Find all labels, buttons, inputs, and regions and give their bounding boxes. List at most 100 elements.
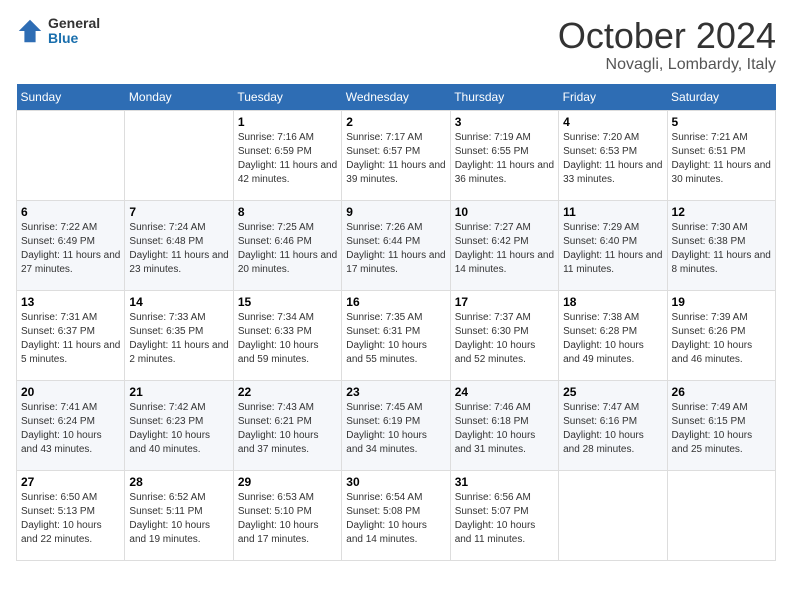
day-cell: 4 Sunrise: 7:20 AM Sunset: 6:53 PM Daylig… — [559, 110, 667, 200]
day-number: 23 — [346, 385, 445, 399]
day-cell: 1 Sunrise: 7:16 AM Sunset: 6:59 PM Daylig… — [233, 110, 341, 200]
day-cell: 16Sunrise: 7:35 AM Sunset: 6:31 PM Dayli… — [342, 290, 450, 380]
day-cell: 28 Sunrise: 6:52 AM Sunset: 5:11 PM Dayli… — [125, 470, 233, 560]
day-cell: 6 Sunrise: 7:22 AM Sunset: 6:49 PM Daylig… — [17, 200, 125, 290]
day-cell: 23Sunrise: 7:45 AM Sunset: 6:19 PM Dayli… — [342, 380, 450, 470]
week-row-4: 20 Sunrise: 7:41 AM Sunset: 6:24 PM Dayli… — [17, 380, 776, 470]
day-cell: 9Sunrise: 7:26 AM Sunset: 6:44 PM Daylig… — [342, 200, 450, 290]
day-number: 28 — [129, 475, 228, 489]
day-info: Sunrise: 7:46 AM Sunset: 6:18 PM Dayligh… — [455, 401, 554, 457]
day-info: Sunrise: 7:29 AM Sunset: 6:40 PM Dayligh… — [563, 221, 662, 277]
day-number: 4 — [563, 115, 662, 129]
day-cell: 14 Sunrise: 7:33 AM Sunset: 6:35 PM Dayli… — [125, 290, 233, 380]
logo-blue-text: Blue — [48, 31, 100, 46]
day-cell: 3Sunrise: 7:19 AM Sunset: 6:55 PM Daylig… — [450, 110, 558, 200]
week-row-5: 27 Sunrise: 6:50 AM Sunset: 5:13 PM Dayli… — [17, 470, 776, 560]
day-cell: 22Sunrise: 7:43 AM Sunset: 6:21 PM Dayli… — [233, 380, 341, 470]
day-info: Sunrise: 7:20 AM Sunset: 6:53 PM Dayligh… — [563, 131, 662, 187]
day-number: 29 — [238, 475, 337, 489]
day-number: 6 — [21, 205, 120, 219]
day-cell: 17 Sunrise: 7:37 AM Sunset: 6:30 PM Dayli… — [450, 290, 558, 380]
day-cell: 24 Sunrise: 7:46 AM Sunset: 6:18 PM Dayli… — [450, 380, 558, 470]
day-info: Sunrise: 7:27 AM Sunset: 6:42 PM Dayligh… — [455, 221, 554, 277]
day-info: Sunrise: 7:19 AM Sunset: 6:55 PM Dayligh… — [455, 131, 554, 187]
day-cell: 19Sunrise: 7:39 AM Sunset: 6:26 PM Dayli… — [667, 290, 775, 380]
day-number: 2 — [346, 115, 445, 129]
day-cell — [17, 110, 125, 200]
day-info: Sunrise: 7:37 AM Sunset: 6:30 PM Dayligh… — [455, 311, 554, 367]
day-info: Sunrise: 7:42 AM Sunset: 6:23 PM Dayligh… — [129, 401, 228, 457]
calendar-table: SundayMondayTuesdayWednesdayThursdayFrid… — [16, 84, 776, 561]
day-cell: 12 Sunrise: 7:30 AM Sunset: 6:38 PM Dayli… — [667, 200, 775, 290]
day-number: 11 — [563, 205, 662, 219]
calendar-body: 1 Sunrise: 7:16 AM Sunset: 6:59 PM Daylig… — [17, 110, 776, 560]
day-number: 24 — [455, 385, 554, 399]
header-cell-tuesday: Tuesday — [233, 84, 341, 111]
day-cell: 13Sunrise: 7:31 AM Sunset: 6:37 PM Dayli… — [17, 290, 125, 380]
day-cell — [125, 110, 233, 200]
day-info: Sunrise: 6:52 AM Sunset: 5:11 PM Dayligh… — [129, 491, 228, 547]
title-section: October 2024 Novagli, Lombardy, Italy — [558, 16, 776, 74]
day-cell: 31Sunrise: 6:56 AM Sunset: 5:07 PM Dayli… — [450, 470, 558, 560]
day-number: 21 — [129, 385, 228, 399]
day-cell: 18 Sunrise: 7:38 AM Sunset: 6:28 PM Dayli… — [559, 290, 667, 380]
logo-icon — [16, 17, 44, 45]
week-row-1: 1 Sunrise: 7:16 AM Sunset: 6:59 PM Daylig… — [17, 110, 776, 200]
day-info: Sunrise: 6:50 AM Sunset: 5:13 PM Dayligh… — [21, 491, 120, 547]
day-number: 8 — [238, 205, 337, 219]
day-cell: 7 Sunrise: 7:24 AM Sunset: 6:48 PM Daylig… — [125, 200, 233, 290]
day-cell — [559, 470, 667, 560]
header-cell-thursday: Thursday — [450, 84, 558, 111]
day-number: 18 — [563, 295, 662, 309]
week-row-3: 13Sunrise: 7:31 AM Sunset: 6:37 PM Dayli… — [17, 290, 776, 380]
day-number: 31 — [455, 475, 554, 489]
day-cell: 25 Sunrise: 7:47 AM Sunset: 6:16 PM Dayli… — [559, 380, 667, 470]
day-info: Sunrise: 7:38 AM Sunset: 6:28 PM Dayligh… — [563, 311, 662, 367]
header-row: SundayMondayTuesdayWednesdayThursdayFrid… — [17, 84, 776, 111]
day-number: 20 — [21, 385, 120, 399]
day-info: Sunrise: 7:47 AM Sunset: 6:16 PM Dayligh… — [563, 401, 662, 457]
day-info: Sunrise: 7:35 AM Sunset: 6:31 PM Dayligh… — [346, 311, 445, 367]
month-title: October 2024 — [558, 16, 776, 56]
day-number: 1 — [238, 115, 337, 129]
logo: General Blue — [16, 16, 100, 47]
day-number: 9 — [346, 205, 445, 219]
day-info: Sunrise: 7:49 AM Sunset: 6:15 PM Dayligh… — [672, 401, 771, 457]
header-cell-saturday: Saturday — [667, 84, 775, 111]
day-info: Sunrise: 7:39 AM Sunset: 6:26 PM Dayligh… — [672, 311, 771, 367]
day-number: 27 — [21, 475, 120, 489]
day-info: Sunrise: 7:24 AM Sunset: 6:48 PM Dayligh… — [129, 221, 228, 277]
calendar-header: SundayMondayTuesdayWednesdayThursdayFrid… — [17, 84, 776, 111]
day-number: 14 — [129, 295, 228, 309]
day-cell: 27 Sunrise: 6:50 AM Sunset: 5:13 PM Dayli… — [17, 470, 125, 560]
day-cell: 15Sunrise: 7:34 AM Sunset: 6:33 PM Dayli… — [233, 290, 341, 380]
day-number: 22 — [238, 385, 337, 399]
day-info: Sunrise: 6:53 AM Sunset: 5:10 PM Dayligh… — [238, 491, 337, 547]
day-number: 17 — [455, 295, 554, 309]
header: General Blue October 2024 Novagli, Lomba… — [16, 16, 776, 74]
day-cell: 11 Sunrise: 7:29 AM Sunset: 6:40 PM Dayli… — [559, 200, 667, 290]
day-info: Sunrise: 7:34 AM Sunset: 6:33 PM Dayligh… — [238, 311, 337, 367]
day-cell: 8Sunrise: 7:25 AM Sunset: 6:46 PM Daylig… — [233, 200, 341, 290]
day-info: Sunrise: 7:33 AM Sunset: 6:35 PM Dayligh… — [129, 311, 228, 367]
day-info: Sunrise: 7:21 AM Sunset: 6:51 PM Dayligh… — [672, 131, 771, 187]
day-info: Sunrise: 7:30 AM Sunset: 6:38 PM Dayligh… — [672, 221, 771, 277]
day-info: Sunrise: 7:41 AM Sunset: 6:24 PM Dayligh… — [21, 401, 120, 457]
day-info: Sunrise: 7:22 AM Sunset: 6:49 PM Dayligh… — [21, 221, 120, 277]
day-number: 12 — [672, 205, 771, 219]
header-cell-sunday: Sunday — [17, 84, 125, 111]
day-cell: 21 Sunrise: 7:42 AM Sunset: 6:23 PM Dayli… — [125, 380, 233, 470]
day-number: 26 — [672, 385, 771, 399]
day-number: 5 — [672, 115, 771, 129]
day-cell: 2 Sunrise: 7:17 AM Sunset: 6:57 PM Daylig… — [342, 110, 450, 200]
day-info: Sunrise: 7:17 AM Sunset: 6:57 PM Dayligh… — [346, 131, 445, 187]
day-number: 7 — [129, 205, 228, 219]
header-cell-wednesday: Wednesday — [342, 84, 450, 111]
header-cell-monday: Monday — [125, 84, 233, 111]
logo-general-text: General — [48, 16, 100, 31]
header-cell-friday: Friday — [559, 84, 667, 111]
day-number: 25 — [563, 385, 662, 399]
day-info: Sunrise: 7:16 AM Sunset: 6:59 PM Dayligh… — [238, 131, 337, 187]
location: Novagli, Lombardy, Italy — [558, 56, 776, 74]
day-cell: 26 Sunrise: 7:49 AM Sunset: 6:15 PM Dayli… — [667, 380, 775, 470]
